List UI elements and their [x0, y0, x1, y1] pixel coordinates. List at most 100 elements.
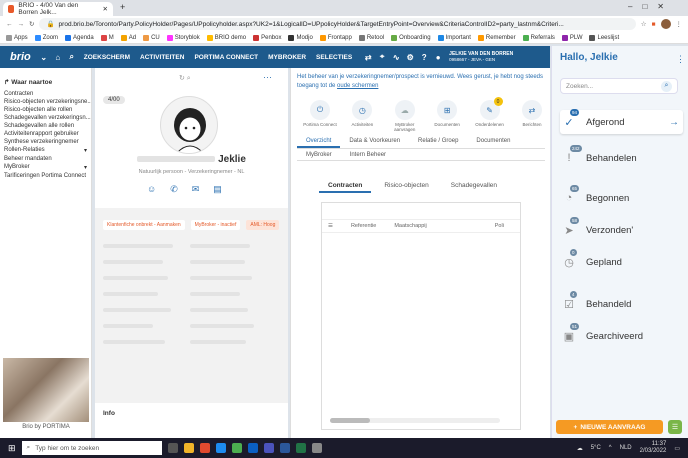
bookmark-item[interactable]: Storyblok	[166, 34, 200, 41]
home-icon[interactable]: ⌂	[53, 53, 63, 62]
app-icon[interactable]	[311, 443, 322, 453]
nav-mybroker[interactable]: MYBROKER	[263, 54, 311, 61]
location-icon[interactable]: ⌖	[377, 52, 387, 62]
more-icon[interactable]: ⋮	[676, 54, 685, 65]
bookmark-item[interactable]: Apps	[6, 34, 28, 41]
sidebar-item[interactable]: Schadegevallen verzekeringsn...	[0, 114, 91, 122]
tag-aml[interactable]: AML: Hoog	[246, 220, 280, 230]
help-icon[interactable]: ?	[419, 53, 429, 62]
office-icon[interactable]	[199, 443, 210, 453]
profile-avatar[interactable]	[660, 19, 671, 29]
sidebar-item[interactable]: Rollen-Relaties ▾	[0, 146, 91, 155]
edge-icon[interactable]	[215, 443, 226, 453]
windows-start-icon[interactable]: ⊞	[8, 443, 16, 454]
tab[interactable]: Contracten	[319, 180, 372, 193]
search-icon[interactable]: ⌕	[67, 52, 77, 62]
app-launcher-icon[interactable]: ☰	[668, 420, 682, 434]
word-icon[interactable]	[279, 443, 290, 453]
user-icon[interactable]: ●	[433, 53, 443, 62]
user-info[interactable]: JELKIE VAN DEN BORREN 0958667 - JEVA - G…	[449, 51, 513, 63]
browser-tab[interactable]: BRIO - 4/00 Van den Borren Jelk... ✕	[3, 2, 113, 16]
arrow-right-icon[interactable]: →	[669, 117, 683, 128]
close-icon[interactable]: ✕	[103, 5, 108, 13]
window-controls[interactable]: –□✕	[628, 2, 674, 11]
teams-icon[interactable]	[263, 443, 274, 453]
task-view-icon[interactable]	[167, 443, 178, 453]
sidebar-item[interactable]: Risico-objecten alle rollen	[0, 106, 91, 114]
new-request-button[interactable]: + NIEUWE AANVRAAG	[556, 420, 663, 434]
column-header[interactable]: Referentie	[351, 223, 376, 229]
status-item[interactable]: ☑ 4 Behandeld	[560, 291, 683, 316]
excel-icon[interactable]	[295, 443, 306, 453]
bookmark-item[interactable]: Penbox	[253, 34, 281, 41]
new-tab-icon[interactable]: +	[120, 2, 125, 12]
bookmark-item[interactable]: Leeslijst	[589, 34, 619, 41]
bookmark-item[interactable]: Ad	[120, 34, 136, 41]
sidebar-item[interactable]: Synthese verzekeringnemer	[0, 138, 91, 146]
weather-icon[interactable]: ☁	[577, 445, 583, 452]
status-item[interactable]: ! 242 Behandelen	[560, 145, 683, 170]
nav-zoekscherm[interactable]: ZOEKSCHERM	[79, 54, 135, 61]
tab[interactable]: Intern Beheer	[341, 150, 395, 160]
sidebar-item[interactable]: MyBroker ▾	[0, 163, 91, 172]
extension-icon[interactable]: ■	[652, 21, 656, 28]
quick-action[interactable]: ⏻ Portima Connect	[301, 100, 339, 132]
quick-action[interactable]: ✎ 0 Onderdelenen	[471, 97, 509, 132]
bookmark-item[interactable]: Modjo	[288, 34, 313, 41]
sidebar-item[interactable]: Activiteitenrapport gebruiker	[0, 130, 91, 138]
refresh-icon[interactable]: ↻ ⌕	[179, 74, 191, 83]
more-icon[interactable]: ···	[263, 72, 272, 82]
bookmark-item[interactable]: Zoom	[34, 34, 58, 41]
tag-mybroker[interactable]: MyBroker - inactief	[190, 220, 241, 230]
menu-icon[interactable]: ⋮	[676, 20, 683, 28]
chrome-icon[interactable]	[231, 443, 242, 453]
horizontal-scrollbar[interactable]	[330, 418, 500, 423]
url-field[interactable]: 🔒 prod.brio.be/Toronto/Party.PolicyHolde…	[39, 18, 636, 30]
mail-icon[interactable]: ✉	[192, 184, 200, 195]
bookmark-item[interactable]: Onboarding	[391, 34, 431, 41]
bookmark-item[interactable]: M	[100, 34, 114, 41]
tag-klantenfiche[interactable]: Klantenfiche onbrekt - Aanmaken	[103, 220, 185, 230]
language-indicator[interactable]: NLD	[620, 445, 632, 451]
nav-portima-connect[interactable]: PORTIMA CONNECT	[189, 54, 263, 61]
quick-action[interactable]: ⇄ Berichten	[513, 100, 551, 132]
sidebar-item[interactable]: Risico-objecten verzekeringsne...	[0, 98, 91, 106]
bookmark-item[interactable]: BRIO demo	[206, 34, 246, 41]
status-item[interactable]: ✓ 94 Afgerond →	[560, 109, 683, 134]
outlook-icon[interactable]	[247, 443, 258, 453]
reload-icon[interactable]: ↻	[29, 20, 34, 28]
chevron-down-icon[interactable]: ⌄	[39, 53, 49, 62]
sidebar-item[interactable]: Contracten	[0, 90, 91, 98]
bookmark-item[interactable]: Important	[437, 34, 471, 41]
bookmark-item[interactable]: CU	[143, 34, 160, 41]
star-icon[interactable]: ☆	[641, 20, 647, 28]
tab[interactable]: MyBroker	[297, 150, 341, 160]
quick-action[interactable]: ☁ MyBroker aanvragen	[386, 100, 424, 132]
clock[interactable]: 11:37 2/03/2022	[640, 441, 667, 455]
forward-icon[interactable]: →	[18, 21, 25, 28]
notification-icon[interactable]: ▭	[674, 445, 680, 452]
bookmark-item[interactable]: Retool	[358, 34, 384, 41]
gear-icon[interactable]: ⚙	[405, 53, 415, 62]
explorer-icon[interactable]	[183, 443, 194, 453]
tab[interactable]: Overzicht	[297, 136, 341, 148]
bookmark-item[interactable]: PLW	[561, 34, 582, 41]
status-item[interactable]: ▣ 51 Gearchiveerd	[560, 323, 683, 348]
chart-icon[interactable]: ∿	[391, 53, 401, 62]
switch-icon[interactable]: ⇄	[363, 53, 373, 62]
status-item[interactable]: ◔ 65 Begonnen	[560, 185, 683, 210]
chat-icon[interactable]: ☺	[147, 184, 156, 195]
status-item[interactable]: ➤ 58 Verzonden'	[560, 217, 683, 242]
tab[interactable]: Relatie / Groep	[409, 136, 467, 148]
tab[interactable]: Risico-objecten	[375, 180, 437, 193]
sidebar-item[interactable]: Schadegevallen alle rollen	[0, 122, 91, 130]
phone-icon[interactable]: ✆	[170, 184, 178, 195]
status-item[interactable]: ◷ 0 Gepland	[560, 249, 683, 274]
quick-action[interactable]: ◷ Activiteiten	[343, 100, 381, 132]
tab[interactable]: Schadegevallen	[442, 180, 506, 193]
bookmark-item[interactable]: Agenda	[65, 34, 94, 41]
sidebar-item[interactable]: Beheer mandaten	[0, 155, 91, 163]
search-input[interactable]: Zoeken... ⌕	[560, 78, 678, 94]
quick-action[interactable]: ⊞ Documenten	[428, 100, 466, 132]
sidebar-item[interactable]: Tarificeringen Portima Connect	[0, 172, 91, 180]
